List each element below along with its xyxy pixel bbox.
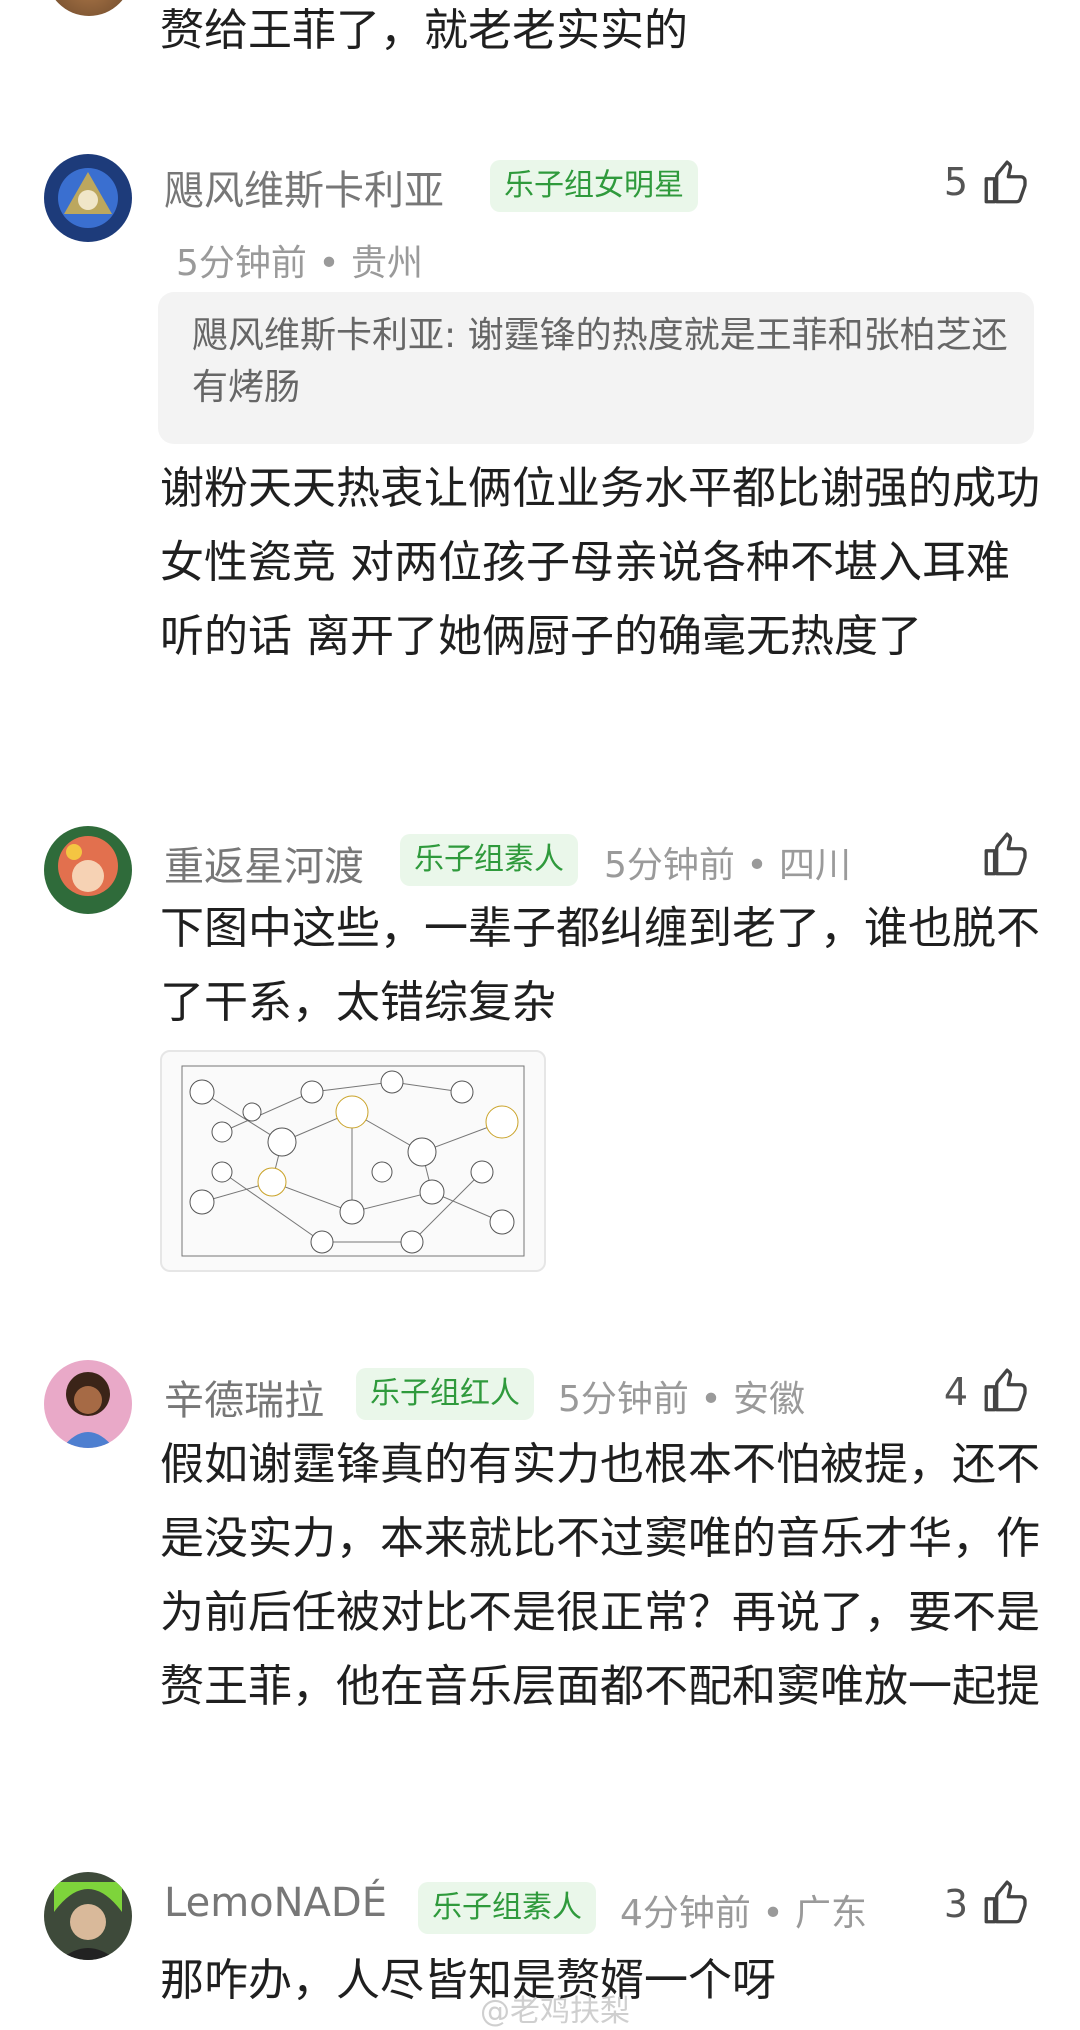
user-badge: 乐子组素人 xyxy=(418,1882,596,1934)
quoted-reply[interactable]: 飓风维斯卡利亚: 谢霆锋的热度就是王菲和张柏芝还有烤肠 xyxy=(158,292,1034,444)
relationship-diagram-image xyxy=(181,1065,525,1257)
avatar-image xyxy=(44,1360,132,1448)
watermark: @老鸡扶梨 xyxy=(480,1994,630,2029)
username[interactable]: LemoNADÉ xyxy=(164,1880,387,1926)
username[interactable]: 重返星河渡 xyxy=(164,834,364,892)
avatar[interactable] xyxy=(44,1360,132,1448)
thumbs-up-icon[interactable] xyxy=(980,158,1030,208)
user-badge: 乐子组素人 xyxy=(400,834,578,886)
attached-image[interactable] xyxy=(160,1050,546,1272)
avatar-image xyxy=(44,826,132,914)
avatar-image xyxy=(44,1872,132,1960)
thumbs-up-icon[interactable] xyxy=(980,1366,1030,1416)
top-comment-text: 赘给王菲了，就老老实实的 xyxy=(160,5,688,56)
avatar-partial[interactable] xyxy=(46,0,132,16)
like-count: 5 xyxy=(943,160,968,204)
like-count: 4 xyxy=(943,1370,968,1414)
like-count: 3 xyxy=(943,1882,968,1926)
username[interactable]: 辛德瑞拉 xyxy=(164,1368,324,1426)
thumbs-up-icon[interactable] xyxy=(980,1878,1030,1928)
time-location: 4分钟前 • 广东 xyxy=(620,1893,868,1934)
avatar[interactable] xyxy=(44,826,132,914)
avatar-image xyxy=(44,154,132,242)
comment-text: 下图中这些，一辈子都纠缠到老了，谁也脱不了干系，太错综复杂 xyxy=(160,903,1040,1028)
avatar[interactable] xyxy=(44,154,132,242)
avatar[interactable] xyxy=(44,1872,132,1960)
user-badge: 乐子组女明星 xyxy=(490,160,698,212)
thumbs-up-icon[interactable] xyxy=(980,830,1030,880)
quoted-reply-text: 飓风维斯卡利亚: 谢霆锋的热度就是王菲和张柏芝还有烤肠 xyxy=(192,315,1008,408)
comment-text: 假如谢霆锋真的有实力也根本不怕被提，还不是没实力，本来就比不过窦唯的音乐才华，作… xyxy=(160,1439,1040,1712)
time-location: 5分钟前 • 贵州 xyxy=(176,243,424,284)
username[interactable]: 飓风维斯卡利亚 xyxy=(164,158,444,216)
time-location: 5分钟前 • 安徽 xyxy=(558,1379,806,1420)
comment-text: 谢粉天天热衷让俩位业务水平都比谢强的成功女性瓷竞 对两位孩子母亲说各种不堪入耳难… xyxy=(160,463,1040,662)
user-badge: 乐子组红人 xyxy=(356,1368,534,1420)
time-location: 5分钟前 • 四川 xyxy=(604,845,852,886)
